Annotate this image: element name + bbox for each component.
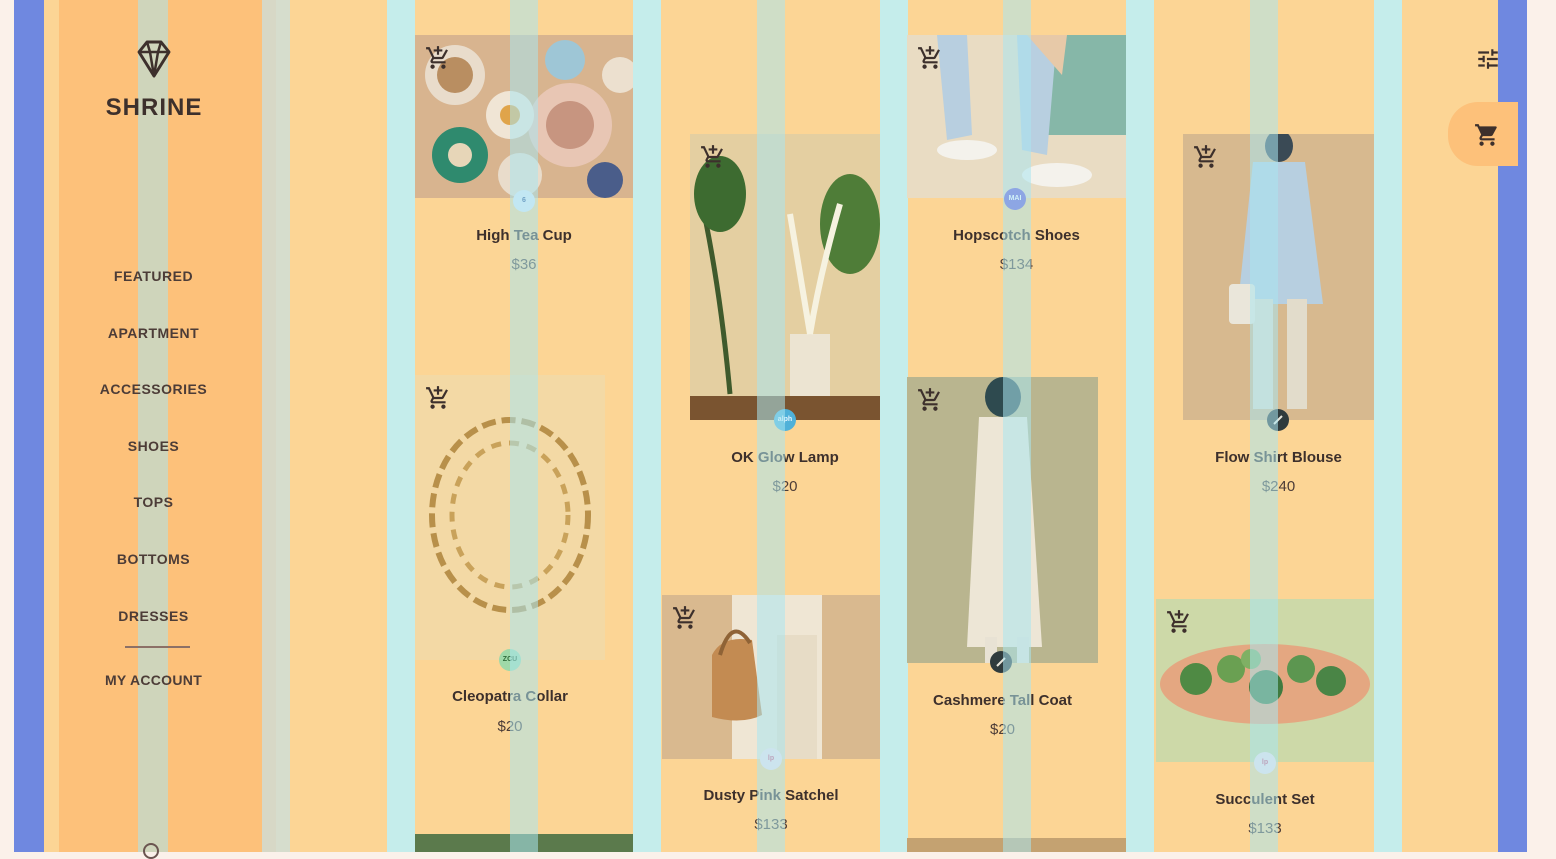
product-image — [1183, 134, 1374, 420]
product-card[interactable]: 6 High Tea Cup $36 — [415, 35, 633, 285]
shopping-cart-icon — [1475, 124, 1497, 146]
grid-gutter — [262, 0, 290, 852]
menu-item-dresses[interactable]: DRESSES — [45, 602, 262, 659]
add-shopping-cart-icon[interactable] — [425, 385, 451, 411]
menu-item-apartment[interactable]: APARTMENT — [45, 319, 262, 376]
tune-icon[interactable] — [1475, 46, 1501, 72]
product-card[interactable] — [907, 838, 1126, 852]
vendor-logo: alph — [774, 409, 796, 431]
menu-item-featured[interactable]: FEATURED — [45, 262, 262, 319]
menu-item-bottoms[interactable]: BOTTOMS — [45, 545, 262, 602]
product-card[interactable]: MAI Hopscotch Shoes $134 — [907, 35, 1126, 285]
product-title: Cleopatra Collar — [452, 688, 568, 705]
vendor-logo — [990, 651, 1012, 673]
diamond-icon — [133, 38, 175, 85]
menu-item-shoes[interactable]: SHOES — [45, 432, 262, 489]
vendor-logo: ZCU — [499, 649, 521, 671]
product-image — [907, 377, 1098, 663]
product-price: $133 — [754, 816, 788, 833]
product-price: $134 — [999, 256, 1034, 273]
search-icon[interactable] — [143, 843, 159, 859]
product-title: Succulent Set — [1215, 791, 1315, 808]
grid-gutter — [633, 0, 661, 852]
product-image — [415, 375, 605, 660]
product-title: OK Glow Lamp — [731, 449, 839, 466]
product-price: $20 — [989, 721, 1016, 738]
product-title: Cashmere Tall Coat — [933, 692, 1072, 709]
add-shopping-cart-icon[interactable] — [1193, 144, 1219, 170]
add-shopping-cart-icon[interactable] — [1166, 609, 1192, 635]
grid-gutter — [1374, 0, 1402, 852]
cart-button[interactable] — [1448, 102, 1518, 166]
product-title: Dusty Pink Satchel — [703, 787, 839, 804]
add-shopping-cart-icon[interactable] — [700, 144, 726, 170]
product-price: $240 — [1261, 478, 1296, 495]
menu-item-accessories[interactable]: ACCESSORIES — [45, 375, 262, 432]
add-shopping-cart-icon[interactable] — [917, 387, 943, 413]
vendor-logo: MAI — [1004, 188, 1026, 210]
menu-divider — [125, 646, 190, 648]
product-title: High Tea Cup — [476, 227, 572, 244]
product-image — [415, 834, 633, 852]
vendor-logo: lp — [1254, 752, 1276, 774]
product-price: $20 — [772, 478, 798, 495]
product-card[interactable]: ZCU Cleopatra Collar $20 — [415, 375, 605, 745]
add-shopping-cart-icon[interactable] — [672, 605, 698, 631]
product-card[interactable]: alph OK Glow Lamp $20 — [690, 134, 880, 504]
add-shopping-cart-icon[interactable] — [425, 45, 451, 71]
product-card[interactable]: Cashmere Tall Coat $20 — [907, 377, 1098, 747]
product-image — [907, 838, 1126, 852]
grid-gutter — [1126, 0, 1154, 852]
add-shopping-cart-icon[interactable] — [917, 45, 943, 71]
vendor-logo: 6 — [513, 190, 535, 212]
product-price: $20 — [497, 718, 523, 735]
grid-gutter — [880, 0, 908, 852]
menu-item-tops[interactable]: TOPS — [45, 488, 262, 545]
product-image — [690, 134, 880, 420]
category-menu: FEATURED APARTMENT ACCESSORIES SHOES TOP… — [45, 262, 262, 658]
product-price: $133 — [1248, 820, 1282, 837]
grid-gutter — [387, 0, 415, 852]
vendor-logo — [1267, 409, 1289, 431]
product-card[interactable] — [415, 834, 633, 852]
brand-title: SHRINE — [105, 94, 203, 121]
product-title: Flow Shirt Blouse — [1215, 449, 1342, 466]
vendor-logo: lp — [760, 748, 782, 770]
product-card[interactable]: Flow Shirt Blouse $240 — [1183, 134, 1374, 504]
product-card[interactable]: lp Succulent Set $133 — [1156, 599, 1374, 849]
product-title: Hopscotch Shoes — [953, 227, 1080, 244]
product-price: $36 — [511, 256, 537, 273]
product-card[interactable]: lp Dusty Pink Satchel $133 — [662, 595, 880, 847]
menu-item-my-account[interactable]: MY ACCOUNT — [45, 672, 262, 688]
